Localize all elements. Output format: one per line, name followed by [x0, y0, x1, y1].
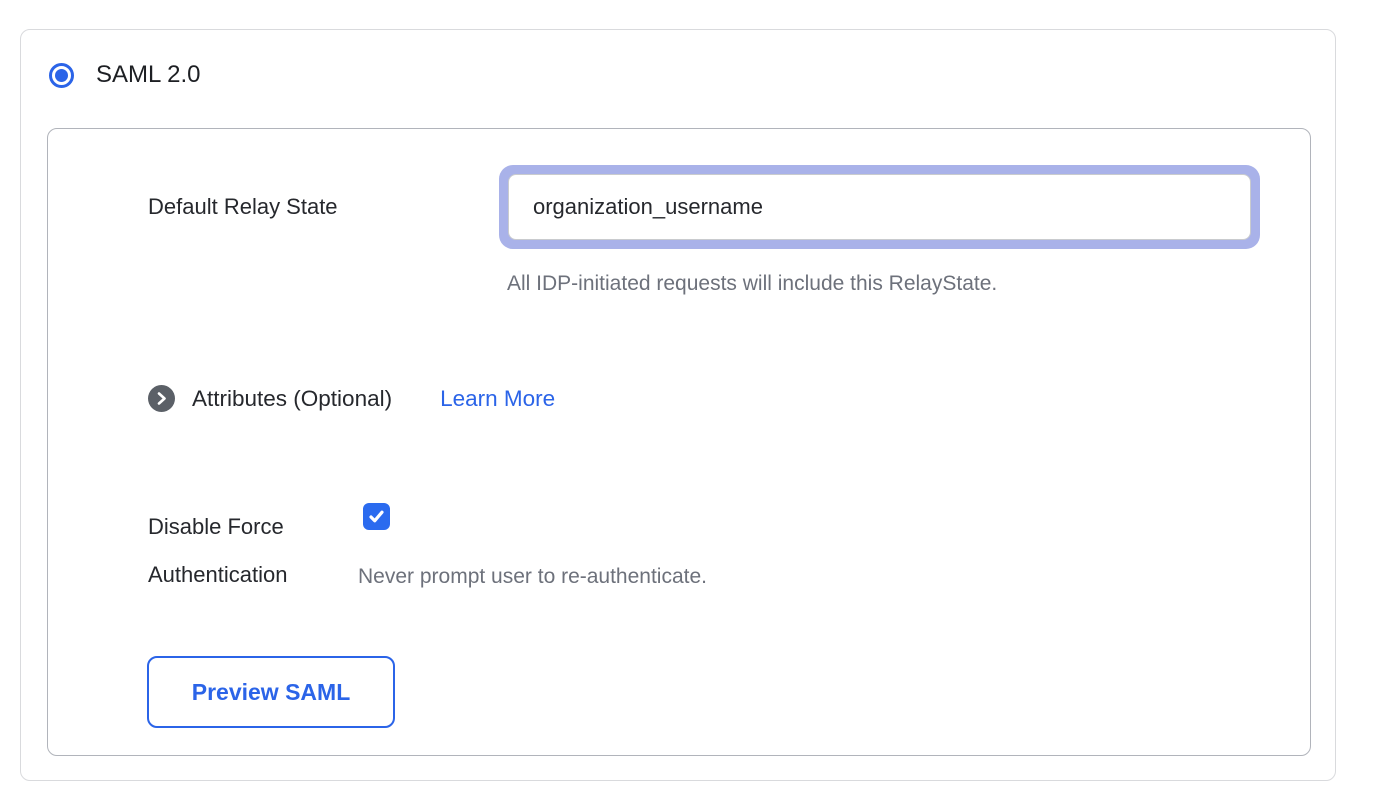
force-auth-checkbox[interactable] — [363, 503, 390, 530]
force-auth-row: Disable Force Authentication Never promp… — [148, 503, 1310, 599]
attributes-row: Attributes (Optional) Learn More — [148, 385, 1310, 412]
relay-state-focus-ring — [499, 165, 1260, 249]
learn-more-link[interactable]: Learn More — [440, 386, 555, 412]
relay-state-label: Default Relay State — [148, 193, 499, 222]
relay-state-input[interactable] — [508, 174, 1251, 240]
relay-state-row: Default Relay State — [148, 165, 1310, 249]
saml-radio-button[interactable] — [49, 63, 74, 88]
force-auth-help: Never prompt user to re-authenticate. — [358, 563, 1310, 590]
saml-radio-dot — [55, 69, 68, 82]
preview-saml-button[interactable]: Preview SAML — [147, 656, 395, 728]
saml-radio-row: SAML 2.0 — [21, 30, 1335, 89]
attributes-label: Attributes (Optional) — [192, 386, 392, 412]
chevron-right-circle-icon[interactable] — [148, 385, 175, 412]
saml-option-card: SAML 2.0 Default Relay State All IDP-ini… — [20, 29, 1336, 781]
relay-state-help: All IDP-initiated requests will include … — [507, 270, 1310, 297]
force-auth-label: Disable Force Authentication — [148, 503, 348, 599]
checkmark-icon — [368, 508, 385, 525]
saml-radio-label: SAML 2.0 — [96, 61, 201, 89]
saml-settings-card: Default Relay State All IDP-initiated re… — [47, 128, 1311, 756]
force-auth-control: Never prompt user to re-authenticate. — [348, 503, 1310, 590]
chevron-right-glyph — [155, 392, 168, 405]
